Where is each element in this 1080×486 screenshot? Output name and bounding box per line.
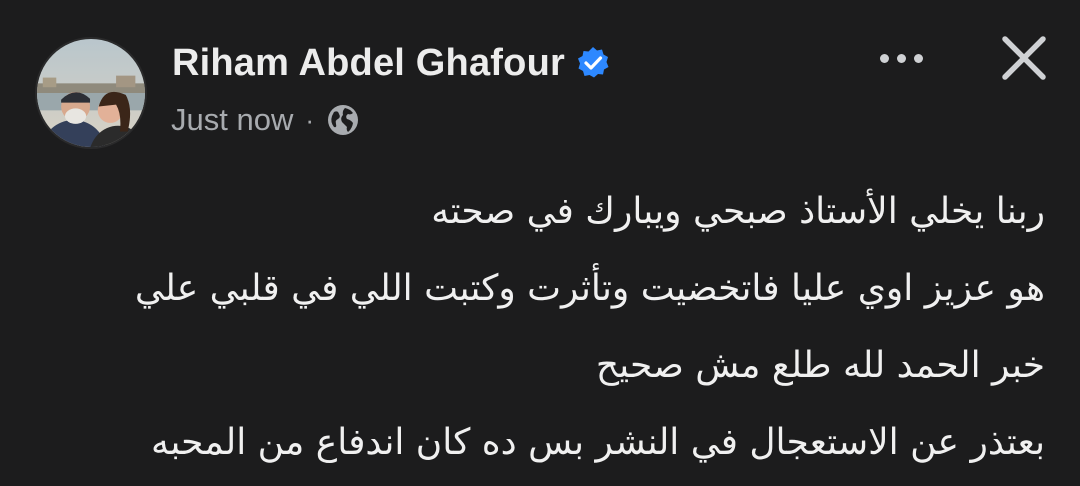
author-row: Riham Abdel Ghafour [172,38,611,88]
close-icon [1002,36,1046,80]
verified-badge-icon [575,45,611,81]
post-timestamp[interactable]: Just now [171,102,293,138]
post-text-line: ربنا يخلي الأستاذ صبحي ويبارك في صحته [431,191,1045,232]
post-text-line: خبر الحمد لله طلع مش صحيح [595,345,1045,386]
post-text: ربنا يخلي الأستاذ صبحي ويبارك في صحته هو… [40,180,1045,486]
more-options-icon [913,53,923,63]
post-card: Riham Abdel Ghafour Just now · ربنا يخلي… [0,0,1080,486]
post-text-line: هو عزيز اوي عليا فاتخضيت وتأثرت وكتبت ال… [134,268,1045,309]
more-options-icon [896,53,906,63]
more-options-button[interactable] [868,38,934,78]
avatar[interactable] [35,37,147,149]
post-meta: Just now · [171,100,360,140]
post-text-line: بعتذر عن الاستعجال في النشر بس ده كان ان… [151,422,1045,463]
close-button[interactable] [996,30,1052,86]
meta-separator: · [305,104,315,135]
globe-icon[interactable] [326,103,360,137]
author-name[interactable]: Riham Abdel Ghafour [172,42,565,85]
more-options-icon [879,53,889,63]
avatar-photo [37,39,145,147]
